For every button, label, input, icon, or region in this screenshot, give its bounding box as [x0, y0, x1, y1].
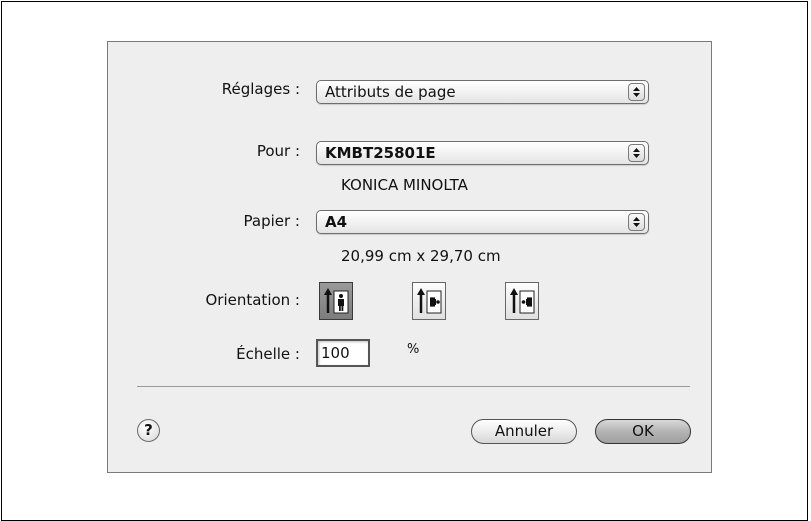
landscape-left-icon	[417, 288, 442, 314]
orientation-landscape-left-button[interactable]	[412, 282, 446, 320]
scale-label: Échelle :	[236, 345, 300, 363]
popup-arrows-icon	[628, 83, 645, 101]
help-button[interactable]: ?	[137, 419, 160, 442]
landscape-right-icon	[510, 288, 535, 314]
orientation-portrait-button[interactable]	[319, 282, 353, 320]
format-for-label: Pour :	[256, 142, 300, 160]
paper-popup[interactable]: A4	[316, 210, 649, 234]
settings-popup[interactable]: Attributs de page	[316, 80, 649, 104]
orientation-label: Orientation :	[205, 291, 300, 309]
separator	[137, 386, 690, 387]
page-setup-dialog: Réglages : Attributs de page Pour : KMBT…	[107, 41, 712, 473]
portrait-icon	[324, 288, 349, 314]
paper-label: Papier :	[243, 212, 300, 230]
ok-button[interactable]: OK	[595, 419, 691, 444]
popup-arrows-icon	[628, 213, 645, 231]
settings-popup-value: Attributs de page	[325, 83, 456, 101]
paper-popup-value: A4	[325, 213, 348, 231]
format-for-popup[interactable]: KMBT25801E	[316, 141, 649, 165]
settings-label: Réglages :	[221, 80, 300, 98]
cancel-button[interactable]: Annuler	[471, 419, 577, 444]
scale-unit: %	[407, 342, 420, 357]
popup-arrows-icon	[628, 144, 645, 162]
format-for-popup-value: KMBT25801E	[325, 144, 436, 162]
paper-dimensions-text: 20,99 cm x 29,70 cm	[341, 247, 501, 265]
orientation-landscape-right-button[interactable]	[505, 282, 539, 320]
scale-input[interactable]: 100	[316, 339, 370, 367]
printer-model-text: KONICA MINOLTA	[341, 176, 468, 194]
